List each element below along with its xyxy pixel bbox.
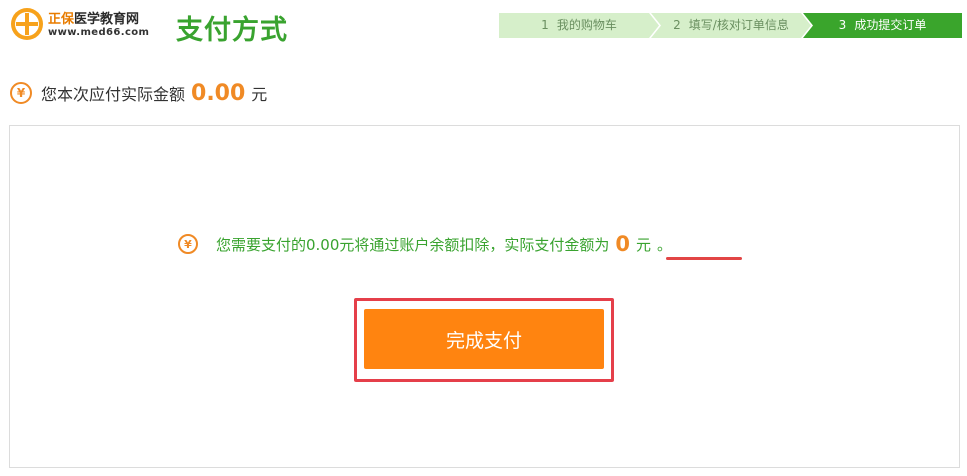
amount-underline-annotation xyxy=(666,257,742,260)
balance-deduction-notice: ¥ 您需要支付的0.00元将通过账户余额扣除，实际支付金额为 0 元 。 xyxy=(178,229,672,259)
step-label: 填写/核对订单信息 xyxy=(688,18,789,32)
actual-payment-value: 0 xyxy=(615,232,631,256)
step-order-submitted: 3 成功提交订单 xyxy=(803,13,962,38)
amount-value: 0.00 xyxy=(191,80,246,106)
actual-payment-unit: 元 xyxy=(636,235,652,254)
yen-icon: ¥ xyxy=(10,82,32,104)
notice-text: 您需要支付的0.00元将通过账户余额扣除，实际支付金额为 xyxy=(216,235,610,254)
step-number: 3 xyxy=(838,18,847,32)
logo-url: www.med66.com xyxy=(48,27,150,38)
payment-panel: ¥ 您需要支付的0.00元将通过账户余额扣除，实际支付金额为 0 元 。 完成支… xyxy=(9,125,960,468)
step-number: 2 xyxy=(673,18,681,32)
step-label: 我的购物车 xyxy=(556,18,617,32)
amount-label: 您本次应付实际金额 xyxy=(41,85,186,104)
logo-brand-part1: 正保 xyxy=(48,12,75,27)
logo-brand-text: 正保医学教育网 xyxy=(48,8,139,27)
checkout-steps: 1 我的购物车 2 填写/核对订单信息 3 成功提交订单 xyxy=(499,13,962,38)
amount-payable: ¥ 您本次应付实际金额 0.00 元 xyxy=(10,78,267,108)
complete-payment-button[interactable]: 完成支付 xyxy=(364,309,604,369)
amount-unit: 元 xyxy=(251,85,268,104)
step-cart: 1 我的购物车 xyxy=(499,13,659,38)
step-number: 1 xyxy=(541,18,549,32)
logo-emblem-icon xyxy=(11,8,43,40)
logo-brand-part2: 医学教育网 xyxy=(74,12,140,27)
step-fill-order: 2 填写/核对订单信息 xyxy=(651,13,811,38)
yen-icon: ¥ xyxy=(178,234,198,254)
notice-end-punctuation: 。 xyxy=(657,235,673,254)
site-logo[interactable]: 正保医学教育网 www.med66.com xyxy=(10,6,160,42)
step-label: 成功提交订单 xyxy=(854,18,927,32)
page-title: 支付方式 xyxy=(176,15,288,46)
